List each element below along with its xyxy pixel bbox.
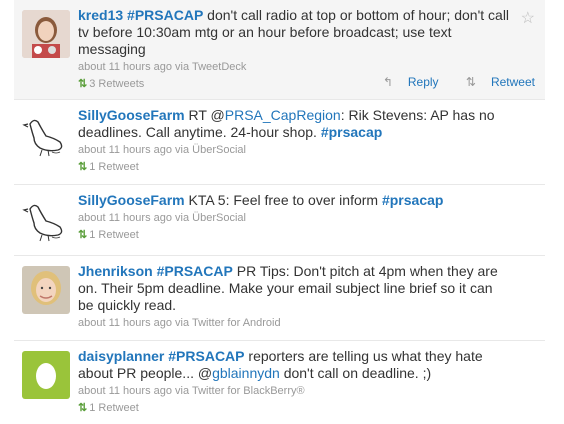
retweet-label: Retweet [490,75,535,89]
tweet-text: daisyplanner #PRSACAP reporters are tell… [78,348,511,382]
retweet-button[interactable]: ⇅ Retweet [454,75,535,89]
source-label: via Twitter for Android [175,317,281,329]
timestamp-link[interactable]: about 11 hours ago [78,61,172,73]
tweet-content: SillyGooseFarm KTA 5: Feel free to over … [78,192,511,242]
tweet-item[interactable]: SillyGooseFarm KTA 5: Feel free to over … [14,185,545,256]
username-link[interactable]: daisyplanner [78,348,164,364]
timestamp-link[interactable]: about 11 hours ago [78,317,172,329]
tweet-item[interactable]: daisyplanner #PRSACAP reporters are tell… [14,341,545,424]
avatar[interactable] [22,266,70,314]
reply-label: Reply [407,75,439,89]
reply-button[interactable]: ↰ Reply [371,75,439,89]
retweet-action-icon: ⇅ [465,75,476,89]
tweet-meta: about 11 hours ago via ÜberSocial [78,144,511,157]
hashtag-link[interactable]: #PRSACAP [168,348,244,364]
source-label: via ÜberSocial [175,212,246,224]
avatar[interactable] [22,10,70,58]
tweet-body-end: don't call on deadline. ;) [279,365,432,381]
retweet-count-label: 1 Retweet [89,161,139,173]
retweet-icon: ⇅ [78,161,88,173]
retweet-icon: ⇅ [78,229,88,241]
tweet-item[interactable]: SillyGooseFarm RT @PRSA_CapRegion: Rik S… [14,100,545,185]
username-link[interactable]: Jhenrikson [78,263,153,279]
hashtag-link[interactable]: #prsacap [321,124,382,140]
timeline: kred13 #PRSACAP don't call radio at top … [0,0,564,424]
mention-link[interactable]: PRSA_CapRegion [225,107,341,123]
retweet-count[interactable]: ⇅ 1 Retweet [78,161,511,174]
avatar[interactable] [22,351,70,399]
timestamp-link[interactable]: about 11 hours ago [78,212,172,224]
tweet-text: kred13 #PRSACAP don't call radio at top … [78,7,511,58]
retweet-count[interactable]: ⇅ 1 Retweet [78,402,511,415]
hashtag-link[interactable]: #PRSACAP [157,263,233,279]
tweet-text: SillyGooseFarm RT @PRSA_CapRegion: Rik S… [78,107,511,141]
retweet-count-label: 3 Retweets [89,78,145,90]
tweet-content: daisyplanner #PRSACAP reporters are tell… [78,348,511,415]
tweet-content: Jhenrikson #PRSACAP PR Tips: Don't pitch… [78,263,511,330]
username-link[interactable]: SillyGooseFarm [78,192,185,208]
tweet-content: SillyGooseFarm RT @PRSA_CapRegion: Rik S… [78,107,511,174]
hashtag-link[interactable]: #prsacap [382,192,443,208]
avatar[interactable] [22,110,70,158]
retweet-icon: ⇅ [78,78,88,90]
source-label: via Twitter for BlackBerry® [175,385,305,397]
mention-link[interactable]: gblainnydn [212,365,280,381]
tweet-meta: about 11 hours ago via Twitter for Andro… [78,317,511,330]
timestamp-link[interactable]: about 11 hours ago [78,144,172,156]
tweet-actions: ↰ Reply ⇅ Retweet [359,75,535,89]
avatar[interactable] [22,195,70,243]
tweet-meta: about 11 hours ago via Twitter for Black… [78,385,511,398]
tweet-body: KTA 5: Feel free to over inform [184,192,382,208]
timestamp-link[interactable]: about 11 hours ago [78,385,172,397]
retweet-icon: ⇅ [78,402,88,414]
retweet-count-label: 1 Retweet [89,229,139,241]
retweet-prefix: RT @ [184,107,225,123]
tweet-item[interactable]: kred13 #PRSACAP don't call radio at top … [14,0,545,100]
username-link[interactable]: kred13 [78,7,123,23]
tweet-text: SillyGooseFarm KTA 5: Feel free to over … [78,192,511,209]
reply-icon: ↰ [382,75,393,89]
retweet-count-label: 1 Retweet [89,402,139,414]
tweet-text: Jhenrikson #PRSACAP PR Tips: Don't pitch… [78,263,511,314]
tweet-meta: about 11 hours ago via TweetDeck [78,61,511,74]
retweet-count[interactable]: ⇅ 1 Retweet [78,229,511,242]
hashtag-link[interactable]: #PRSACAP [127,7,203,23]
source-label: via TweetDeck [175,61,247,73]
tweet-item[interactable]: Jhenrikson #PRSACAP PR Tips: Don't pitch… [14,256,545,341]
source-label: via ÜberSocial [175,144,246,156]
star-icon[interactable]: ☆ [521,8,535,28]
username-link[interactable]: SillyGooseFarm [78,107,185,123]
tweet-meta: about 11 hours ago via ÜberSocial [78,212,511,225]
